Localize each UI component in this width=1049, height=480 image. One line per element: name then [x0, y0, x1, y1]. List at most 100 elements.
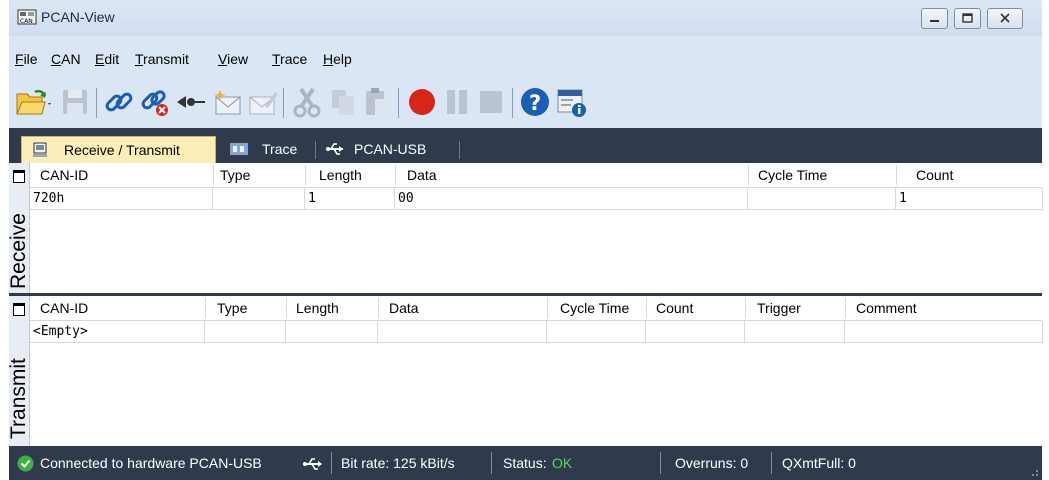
receive-side-label: Receive: [7, 163, 30, 293]
edit-message-icon[interactable]: [247, 86, 279, 118]
close-button[interactable]: [987, 8, 1023, 29]
cell-type: [213, 188, 305, 210]
pcan-app-icon: CAN: [17, 9, 37, 25]
new-message-icon[interactable]: [212, 86, 244, 118]
col-can-id[interactable]: CAN-ID: [40, 167, 88, 183]
disconnect-icon[interactable]: [139, 86, 171, 118]
bit-rate: Bit rate: 125 kBit/s: [341, 455, 455, 471]
tab-trace[interactable]: Trace: [224, 136, 314, 163]
record-icon[interactable]: [406, 86, 438, 118]
qxmtfull: QXmtFull: 0: [782, 455, 856, 471]
connect-icon[interactable]: [103, 86, 135, 118]
col-data[interactable]: Data: [389, 300, 419, 316]
tab-label: PCAN-USB: [354, 141, 427, 157]
cell-length: [286, 321, 378, 343]
minimize-button[interactable]: [921, 8, 948, 29]
status-value: OK: [552, 455, 573, 471]
transmit-panel: Transmit CAN-ID Type Length Data Cycle T…: [7, 296, 1043, 446]
status-label: Status:: [503, 455, 547, 471]
save-icon[interactable]: [59, 86, 91, 118]
cell-data: [378, 321, 547, 343]
paste-icon[interactable]: [361, 86, 393, 118]
col-cycle-time[interactable]: Cycle Time: [758, 167, 827, 183]
connection-status: Connected to hardware PCAN-USB: [40, 455, 262, 471]
transmit-table-header: CAN-ID Type Length Data Cycle Time Count…: [30, 296, 1042, 321]
transmit-table-row[interactable]: <Empty>: [30, 321, 1043, 343]
tab-label: Trace: [262, 141, 298, 157]
tab-strip: Receive / Transmit Trace PCAN-USB: [9, 128, 1042, 164]
svg-text:?: ?: [529, 91, 541, 115]
overruns: Overruns: 0: [675, 455, 749, 471]
cut-icon[interactable]: [291, 86, 323, 118]
maximize-button[interactable]: [954, 8, 981, 29]
cell-trigger: [745, 321, 845, 343]
col-type[interactable]: Type: [220, 167, 250, 183]
toolbar-separator: [283, 88, 284, 118]
cell-cycle-time: [748, 188, 896, 210]
content-area: Receive CAN-ID Type Length Data Cycle Ti…: [7, 163, 1043, 446]
receive-table-row[interactable]: 720h 1 00 1: [30, 188, 1043, 210]
tab-pcan-usb[interactable]: PCAN-USB: [320, 136, 460, 163]
cell-type: [205, 321, 286, 343]
connected-check-icon: [17, 455, 34, 472]
menu-transmit[interactable]: Transmit: [135, 51, 189, 67]
receive-label: Receive: [7, 213, 30, 289]
pause-icon[interactable]: [441, 86, 473, 118]
menu-can[interactable]: CAN: [51, 51, 81, 67]
help-icon[interactable]: ?: [519, 86, 551, 118]
transmit-label: Transmit: [7, 358, 30, 439]
receive-transmit-icon: [33, 142, 47, 157]
cell-data: 00: [395, 188, 748, 210]
cell-count: [646, 321, 745, 343]
trace-icon: [230, 143, 248, 155]
copy-icon[interactable]: [327, 86, 359, 118]
col-trigger[interactable]: Trigger: [757, 300, 801, 316]
stop-icon[interactable]: [475, 86, 507, 118]
tab-separator: [459, 141, 460, 159]
menu-edit[interactable]: Edit: [95, 51, 119, 67]
toolbar-separator: [512, 88, 513, 118]
col-comment[interactable]: Comment: [856, 300, 917, 316]
maximize-icon: [962, 13, 973, 23]
toolbar-separator: [398, 88, 399, 118]
receive-panel: Receive CAN-ID Type Length Data Cycle Ti…: [7, 163, 1043, 293]
toolbar-separator: [96, 88, 97, 118]
col-length[interactable]: Length: [296, 300, 339, 316]
resize-grip-icon[interactable]: [1029, 467, 1039, 477]
tab-label: Receive / Transmit: [64, 142, 180, 158]
menu-view[interactable]: View: [218, 51, 248, 67]
tab-receive-transmit[interactable]: Receive / Transmit: [21, 136, 216, 164]
tab-separator: [315, 141, 316, 159]
menu-trace[interactable]: Trace: [272, 51, 307, 67]
svg-text:CAN: CAN: [20, 18, 33, 25]
about-icon[interactable]: [555, 86, 587, 118]
receive-table-header: CAN-ID Type Length Data Cycle Time Count: [30, 163, 1042, 188]
cell-can-id: <Empty>: [30, 321, 205, 343]
col-length[interactable]: Length: [319, 167, 362, 183]
status-bar: Connected to hardware PCAN-USB Bit rate:…: [9, 446, 1042, 480]
cell-cycle-time: [547, 321, 646, 343]
application-window: CAN PCAN-View File CAN Edit Transmit Vie…: [7, 0, 1043, 480]
usb-icon: [326, 143, 343, 155]
transmit-panel-checkbox[interactable]: [13, 303, 25, 316]
transmit-side-label: Transmit: [7, 296, 30, 446]
cell-length: 1: [305, 188, 395, 210]
col-count[interactable]: Count: [656, 300, 693, 316]
toolbar: ?: [9, 78, 1042, 126]
minimize-icon: [930, 20, 939, 22]
close-icon: [1000, 13, 1010, 23]
open-icon[interactable]: [15, 86, 53, 118]
cell-count: 1: [896, 188, 1043, 210]
col-can-id[interactable]: CAN-ID: [40, 300, 88, 316]
reset-icon[interactable]: [175, 86, 207, 118]
receive-panel-checkbox[interactable]: [13, 170, 25, 183]
col-data[interactable]: Data: [407, 167, 437, 183]
menu-help[interactable]: Help: [323, 51, 352, 67]
col-count[interactable]: Count: [916, 167, 953, 183]
title-bar[interactable]: CAN PCAN-View: [9, 0, 1042, 36]
col-type[interactable]: Type: [217, 300, 247, 316]
col-cycle-time[interactable]: Cycle Time: [560, 300, 629, 316]
menu-file[interactable]: File: [15, 51, 38, 67]
usb-icon: [303, 458, 322, 470]
cell-comment: [845, 321, 1043, 343]
